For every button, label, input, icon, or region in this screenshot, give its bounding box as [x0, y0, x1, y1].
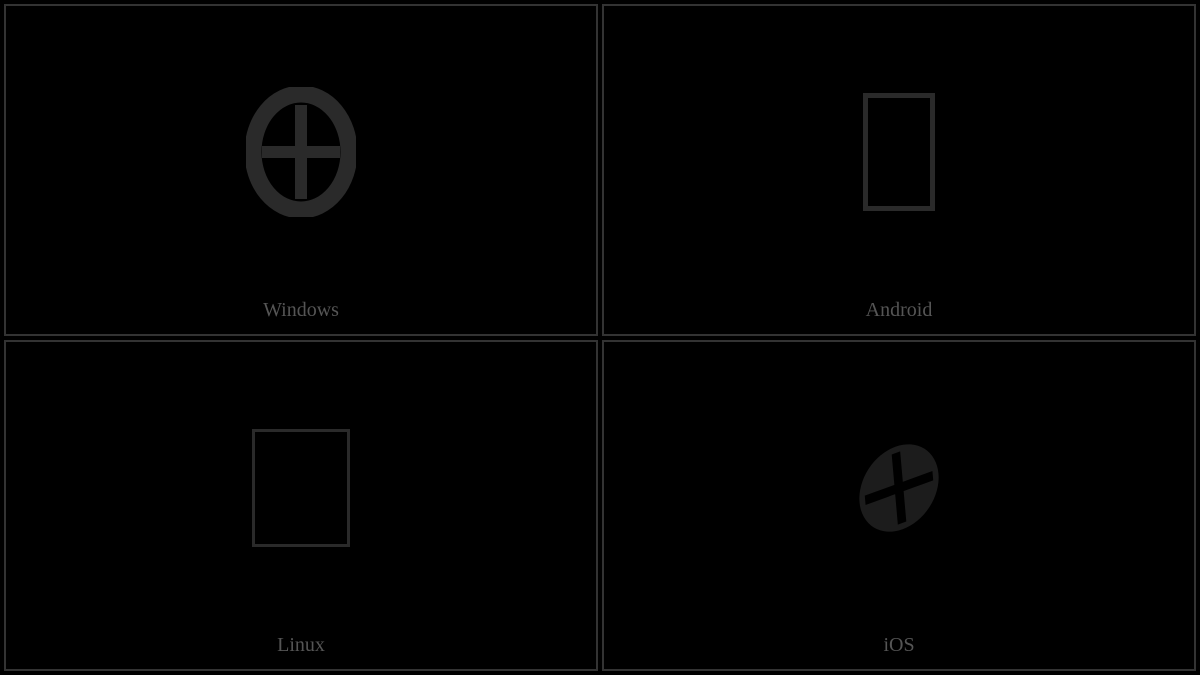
glyph-grid: Windows Android Linux iOS	[0, 0, 1200, 675]
cell-windows: Windows	[4, 4, 598, 336]
cell-label: Android	[866, 299, 933, 334]
oblique-circle-plus-icon	[839, 438, 959, 538]
cell-linux: Linux	[4, 340, 598, 672]
cell-label: iOS	[883, 634, 914, 669]
cell-ios: iOS	[602, 340, 1196, 672]
circle-plus-icon	[246, 87, 356, 217]
glyph-container	[604, 6, 1194, 299]
glyph-container	[604, 342, 1194, 635]
cell-android: Android	[602, 4, 1196, 336]
missing-glyph-icon	[863, 93, 935, 211]
cell-label: Linux	[277, 634, 325, 669]
glyph-container	[6, 342, 596, 635]
glyph-container	[6, 6, 596, 299]
missing-glyph-icon	[252, 429, 350, 547]
cell-label: Windows	[263, 299, 339, 334]
